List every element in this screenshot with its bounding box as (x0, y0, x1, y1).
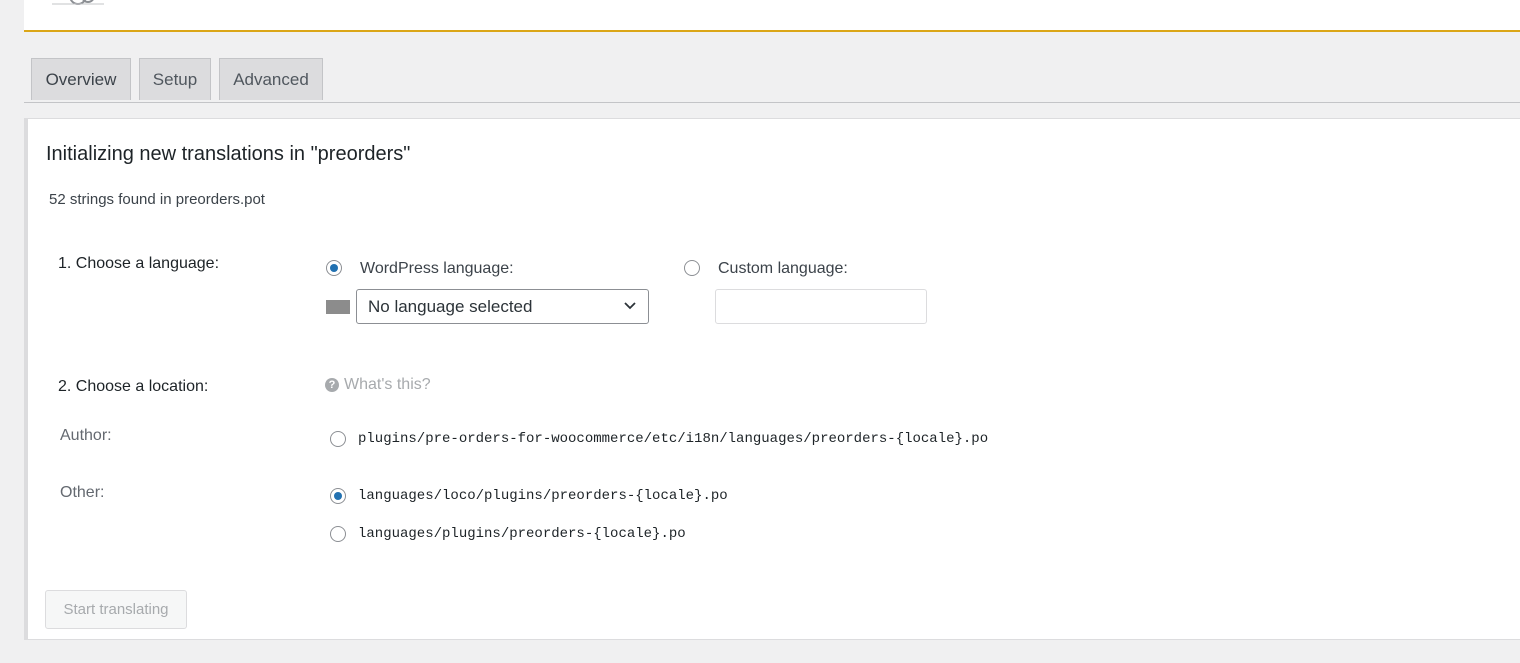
whats-this-label: What's this? (344, 376, 431, 393)
author-path-label[interactable]: plugins/pre-orders-for-woocommerce/etc/i… (358, 431, 988, 447)
wordpress-language-radio[interactable] (326, 260, 342, 276)
wordpress-language-label[interactable]: WordPress language: (360, 260, 514, 278)
custom-language-input[interactable] (715, 289, 927, 324)
language-select-value: No language selected (368, 297, 533, 316)
strings-found-text: 52 strings found in preorders.pot (49, 191, 265, 208)
top-notice-bar (24, 0, 1520, 32)
choose-language-heading: 1. Choose a language: (58, 255, 220, 272)
init-panel: Initializing new translations in "preord… (24, 118, 1520, 640)
other-label: Other: (60, 484, 105, 501)
author-path-radio[interactable] (330, 431, 346, 447)
tab-advanced[interactable]: Advanced (219, 58, 323, 100)
start-translating-button[interactable]: Start translating (45, 590, 187, 629)
custom-language-label[interactable]: Custom language: (718, 260, 848, 278)
question-circle-icon: ? (325, 378, 339, 392)
flag-placeholder-icon (326, 300, 350, 314)
language-select[interactable]: No language selected (356, 289, 649, 324)
choose-location-heading: 2. Choose a location: (58, 378, 209, 395)
author-label: Author: (60, 427, 112, 444)
loco-path-label[interactable]: languages/loco/plugins/preorders-{locale… (358, 488, 728, 504)
page-title: Initializing new translations in "preord… (46, 143, 411, 165)
plugin-logo-icon (52, 0, 104, 5)
tab-setup[interactable]: Setup (139, 58, 211, 100)
whats-this-link[interactable]: ? What's this? (325, 376, 431, 394)
system-path-radio[interactable] (330, 526, 346, 542)
nav-tabs: Overview Setup Advanced (24, 58, 1520, 103)
custom-language-radio[interactable] (684, 260, 700, 276)
loco-path-radio[interactable] (330, 488, 346, 504)
tab-overview[interactable]: Overview (31, 58, 131, 100)
chevron-down-icon (624, 302, 636, 310)
system-path-label[interactable]: languages/plugins/preorders-{locale}.po (358, 526, 686, 542)
